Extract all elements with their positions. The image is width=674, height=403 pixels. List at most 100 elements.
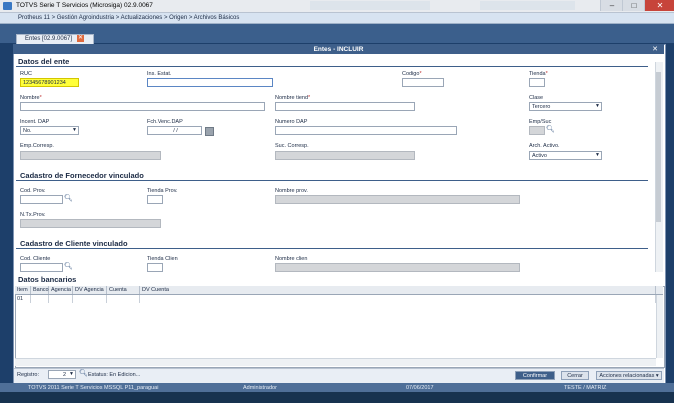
fch-venc-dap-input[interactable]: / / [147,126,202,135]
status-branch: TESTE / MATRIZ [564,384,607,391]
calendar-icon[interactable] [205,127,214,136]
grid-hscrollbar[interactable] [15,358,656,366]
grid-vscrollbar[interactable] [656,295,663,358]
section-title-datos-ente: Datos del ente [18,57,70,66]
codigo-label-text: Codigo [402,71,420,77]
nombre-clien-label: Nombre clien [275,256,308,262]
registro-label: Registro: [17,372,40,378]
tab-label: Entes [02.9.0067] [25,36,73,42]
search-icon[interactable]: 🔍︎ [79,369,88,377]
cod-cliente-input[interactable] [20,263,63,272]
status-date: 07/06/2017 [406,384,434,391]
form-scrollbar-thumb[interactable] [656,72,661,222]
confirm-button[interactable]: Confirmar [515,371,555,380]
suc-corresp-input[interactable] [275,151,415,160]
status-user: Administrador [243,384,277,391]
grid-col-dv-cuenta[interactable]: DV Cuenta [140,286,656,294]
emp-corresp-input[interactable] [20,151,161,160]
numero-dap-label: Numero DAP [275,119,308,125]
nombre-tiend-input[interactable] [275,102,415,111]
tab-bar [0,24,674,43]
tienda-prov-input[interactable] [147,195,163,204]
breadcrumb[interactable]: Protheus 11 > Gestión Agroindustria > Ac… [18,15,239,21]
maximize-button[interactable]: □ [622,0,645,11]
cod-cliente-label: Cod. Cliente [20,256,51,262]
dialog-title: Entes - INCLUIR [313,45,364,53]
related-actions-button[interactable]: Acciones relacionadas ▾ [596,371,662,380]
arch-activo-select[interactable]: Activo ▼ [529,151,602,160]
blurred-region [310,1,430,10]
window-title-bar: TOTVS Serie T Servicios (Microsiga) 02.9… [0,0,674,13]
grid-cell-banco[interactable] [31,295,49,303]
cod-prov-label: Cod. Prov. [20,188,46,194]
fch-venc-dap-label: Fch.Venc.DAP [147,119,183,125]
window-close-button[interactable]: ✕ [644,0,674,11]
required-mark: * [419,71,422,77]
grid-cell-item[interactable]: 01 [15,295,31,303]
incent-dap-select[interactable]: No. ▼ [20,126,79,135]
chevron-down-icon: ▼ [595,152,600,158]
section-title-bancarios: Datos bancarios [18,275,77,284]
tab-close-icon[interactable]: ✕ [77,35,84,42]
n-tx-prov-input[interactable] [20,219,161,228]
nombre-prov-label: Nombre prov. [275,188,308,194]
emp-suc-input[interactable] [529,126,545,135]
search-icon[interactable]: 🔍︎ [64,262,73,270]
section-divider [16,180,648,181]
tienda-label: Tienda* [529,71,548,77]
window-title: TOTVS Serie T Servicios (Microsiga) 02.9… [16,2,153,9]
section-title-fornecedor: Cadastro de Fornecedor vinculado [20,171,144,180]
nombre-clien-input[interactable] [275,263,520,272]
numero-dap-input[interactable] [275,126,457,135]
codigo-input[interactable] [402,78,444,87]
required-mark: * [545,71,548,77]
status-bar: TOTVS 2011 Serie T Servicios MSSQL P11_p… [0,383,674,392]
section-divider [16,66,648,67]
registro-value: 2 [62,372,66,378]
arch-activo-value: Activo [532,153,547,159]
clase-label: Clase [529,95,544,101]
blurred-region [480,1,575,10]
minimize-button[interactable]: – [600,0,623,11]
grid-cell-dv-agencia[interactable] [73,295,107,303]
cod-prov-input[interactable] [20,195,63,204]
ins-estat-label: Ins. Estat. [147,71,172,77]
grid-col-cuenta[interactable]: Cuenta [107,286,140,294]
grid-cell-cuenta[interactable] [107,295,140,303]
chevron-down-icon: ▾ [655,373,659,379]
grid-col-item[interactable]: Item [15,286,31,294]
close-button[interactable]: Cerrar [561,371,589,380]
required-mark: * [39,95,42,101]
clase-select[interactable]: Tercero ▼ [529,102,602,111]
nombre-prov-input[interactable] [275,195,520,204]
ins-estat-input[interactable] [147,78,273,87]
emp-corresp-label: Emp.Corresp. [20,143,54,149]
grid-col-banco[interactable]: Banco [31,286,49,294]
tienda-input[interactable] [529,78,545,87]
clase-value: Tercero [532,104,551,110]
search-icon[interactable]: 🔍︎ [546,125,555,133]
grid-cell-dv-cuenta[interactable] [140,295,656,303]
breadcrumb-bar: Protheus 11 > Gestión Agroindustria > Ac… [0,13,674,24]
tienda-clien-input[interactable] [147,263,163,272]
nombre-label-text: Nombre [20,95,40,101]
search-icon[interactable]: 🔍︎ [64,194,73,202]
suc-corresp-label: Suc. Corresp. [275,143,309,149]
incent-dap-label: Incent. DAP [20,119,50,125]
tienda-label-text: Tienda [529,71,546,77]
chevron-down-icon: ▼ [595,103,600,109]
nombre-tiend-label-text: Nombre tiend [275,95,309,101]
nombre-input[interactable] [20,102,265,111]
app-icon [3,2,12,10]
grid-cell-agencia[interactable] [49,295,73,303]
incent-dap-value: No. [23,128,32,134]
tienda-clien-label: Tienda Clien [147,256,178,262]
bottom-bar [0,392,674,403]
grid-col-dv-agencia[interactable]: DV Agencia [73,286,107,294]
registro-stepper[interactable]: 2 ▼ [48,370,76,379]
ruc-input[interactable]: 12345678901234 [20,78,79,87]
dialog-close-icon[interactable]: ✕ [652,45,658,53]
arch-activo-label: Arch. Activo. [529,143,560,149]
grid-col-agencia[interactable]: Agencia [49,286,73,294]
related-actions-label: Acciones relacionadas [599,373,655,379]
